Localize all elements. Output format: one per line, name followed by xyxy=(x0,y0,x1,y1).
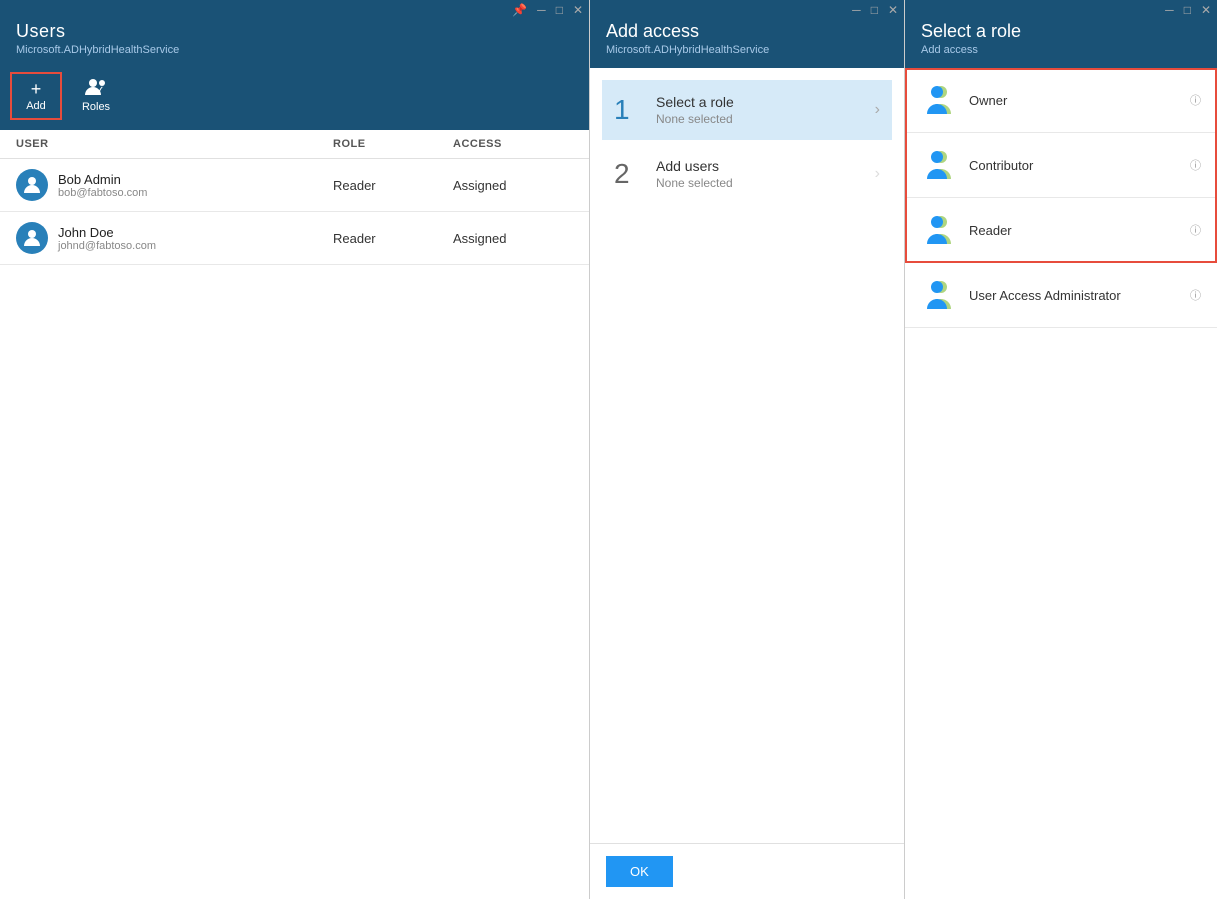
step-2-subtitle: None selected xyxy=(656,176,875,190)
table-row[interactable]: John Doe johnd@fabtoso.com Reader Assign… xyxy=(0,212,589,265)
add-access-panel: ─ □ ✕ Add access Microsoft.ADHybridHealt… xyxy=(590,0,905,899)
add-access-title: Add access xyxy=(606,21,888,42)
step-2-number: 2 xyxy=(614,158,644,190)
chevron-right-icon-1: › xyxy=(875,101,880,119)
user-access-admin-role-name: User Access Administrator xyxy=(969,288,1186,303)
access-john: Assigned xyxy=(453,231,573,246)
user-cell-bob: Bob Admin bob@fabtoso.com xyxy=(16,169,333,201)
user-email-bob: bob@fabtoso.com xyxy=(58,187,147,199)
minimize-btn-access[interactable]: ─ xyxy=(852,3,861,17)
col-role: ROLE xyxy=(333,138,453,150)
avatar-john xyxy=(16,222,48,254)
add-icon: + xyxy=(31,80,42,98)
steps-container: 1 Select a role None selected › 2 Add us… xyxy=(590,68,904,843)
user-access-admin-info-icon[interactable]: ⓘ xyxy=(1190,287,1201,303)
select-role-title: Select a role xyxy=(921,21,1201,42)
users-subtitle: Microsoft.ADHybridHealthService xyxy=(16,44,573,56)
col-access: ACCESS xyxy=(453,138,573,150)
add-access-subtitle: Microsoft.ADHybridHealthService xyxy=(606,44,888,56)
table-header: USER ROLE ACCESS xyxy=(0,130,589,159)
minimize-btn-role[interactable]: ─ xyxy=(1165,3,1174,17)
roles-button[interactable]: Roles xyxy=(70,72,122,120)
roles-label: Roles xyxy=(82,101,110,113)
role-john: Reader xyxy=(333,231,453,246)
access-bob: Assigned xyxy=(453,178,573,193)
close-btn-access[interactable]: ✕ xyxy=(888,3,898,17)
add-button[interactable]: + Add xyxy=(10,72,62,120)
contributor-role-name: Contributor xyxy=(969,158,1186,173)
user-info-bob: Bob Admin bob@fabtoso.com xyxy=(58,172,147,199)
contributor-info-icon[interactable]: ⓘ xyxy=(1190,157,1201,173)
role-item-owner[interactable]: Owner ⓘ xyxy=(905,68,1217,133)
role-item-user-access-admin[interactable]: User Access Administrator ⓘ xyxy=(905,263,1217,328)
maximize-btn-users[interactable]: □ xyxy=(556,3,563,17)
select-role-panel: ─ □ ✕ Select a role Add access xyxy=(905,0,1217,899)
roles-list: Owner ⓘ Contributor ⓘ xyxy=(905,68,1217,899)
reader-info-icon[interactable]: ⓘ xyxy=(1190,222,1201,238)
role-item-reader[interactable]: Reader ⓘ xyxy=(905,198,1217,263)
close-btn-users[interactable]: ✕ xyxy=(573,3,583,17)
step-2-content: Add users None selected xyxy=(656,158,875,190)
step-2-title: Add users xyxy=(656,158,875,174)
maximize-btn-role[interactable]: □ xyxy=(1184,3,1191,17)
roles-icon xyxy=(85,78,107,99)
add-label: Add xyxy=(26,100,46,112)
user-email-john: johnd@fabtoso.com xyxy=(58,240,156,252)
select-role-subtitle: Add access xyxy=(921,44,1201,56)
chevron-right-icon-2: › xyxy=(875,165,880,183)
minimize-btn-users[interactable]: ─ xyxy=(537,3,546,17)
step-add-users[interactable]: 2 Add users None selected › xyxy=(602,144,892,204)
step-1-content: Select a role None selected xyxy=(656,94,875,126)
owner-role-name: Owner xyxy=(969,93,1186,108)
add-access-footer: OK xyxy=(590,843,904,899)
step-select-role[interactable]: 1 Select a role None selected › xyxy=(602,80,892,140)
users-table: Bob Admin bob@fabtoso.com Reader Assigne… xyxy=(0,159,589,899)
close-btn-role[interactable]: ✕ xyxy=(1201,3,1211,17)
owner-info-icon[interactable]: ⓘ xyxy=(1190,92,1201,108)
contributor-role-icon xyxy=(921,147,957,183)
users-panel: 📌 ─ □ ✕ Users Microsoft.ADHybridHealthSe… xyxy=(0,0,590,899)
step-1-title: Select a role xyxy=(656,94,875,110)
maximize-btn-access[interactable]: □ xyxy=(871,3,878,17)
step-1-number: 1 xyxy=(614,94,644,126)
pin-icon[interactable]: 📌 xyxy=(512,3,527,17)
reader-role-name: Reader xyxy=(969,223,1186,238)
user-info-john: John Doe johnd@fabtoso.com xyxy=(58,225,156,252)
user-cell-john: John Doe johnd@fabtoso.com xyxy=(16,222,333,254)
user-access-admin-role-icon xyxy=(921,277,957,313)
users-title: Users xyxy=(16,21,573,42)
step-1-subtitle: None selected xyxy=(656,112,875,126)
reader-role-icon xyxy=(921,212,957,248)
owner-role-icon xyxy=(921,82,957,118)
user-name-john: John Doe xyxy=(58,225,156,240)
role-bob: Reader xyxy=(333,178,453,193)
ok-button[interactable]: OK xyxy=(606,856,673,887)
user-name-bob: Bob Admin xyxy=(58,172,147,187)
role-item-contributor[interactable]: Contributor ⓘ xyxy=(905,133,1217,198)
table-row[interactable]: Bob Admin bob@fabtoso.com Reader Assigne… xyxy=(0,159,589,212)
avatar-bob xyxy=(16,169,48,201)
col-user: USER xyxy=(16,138,333,150)
